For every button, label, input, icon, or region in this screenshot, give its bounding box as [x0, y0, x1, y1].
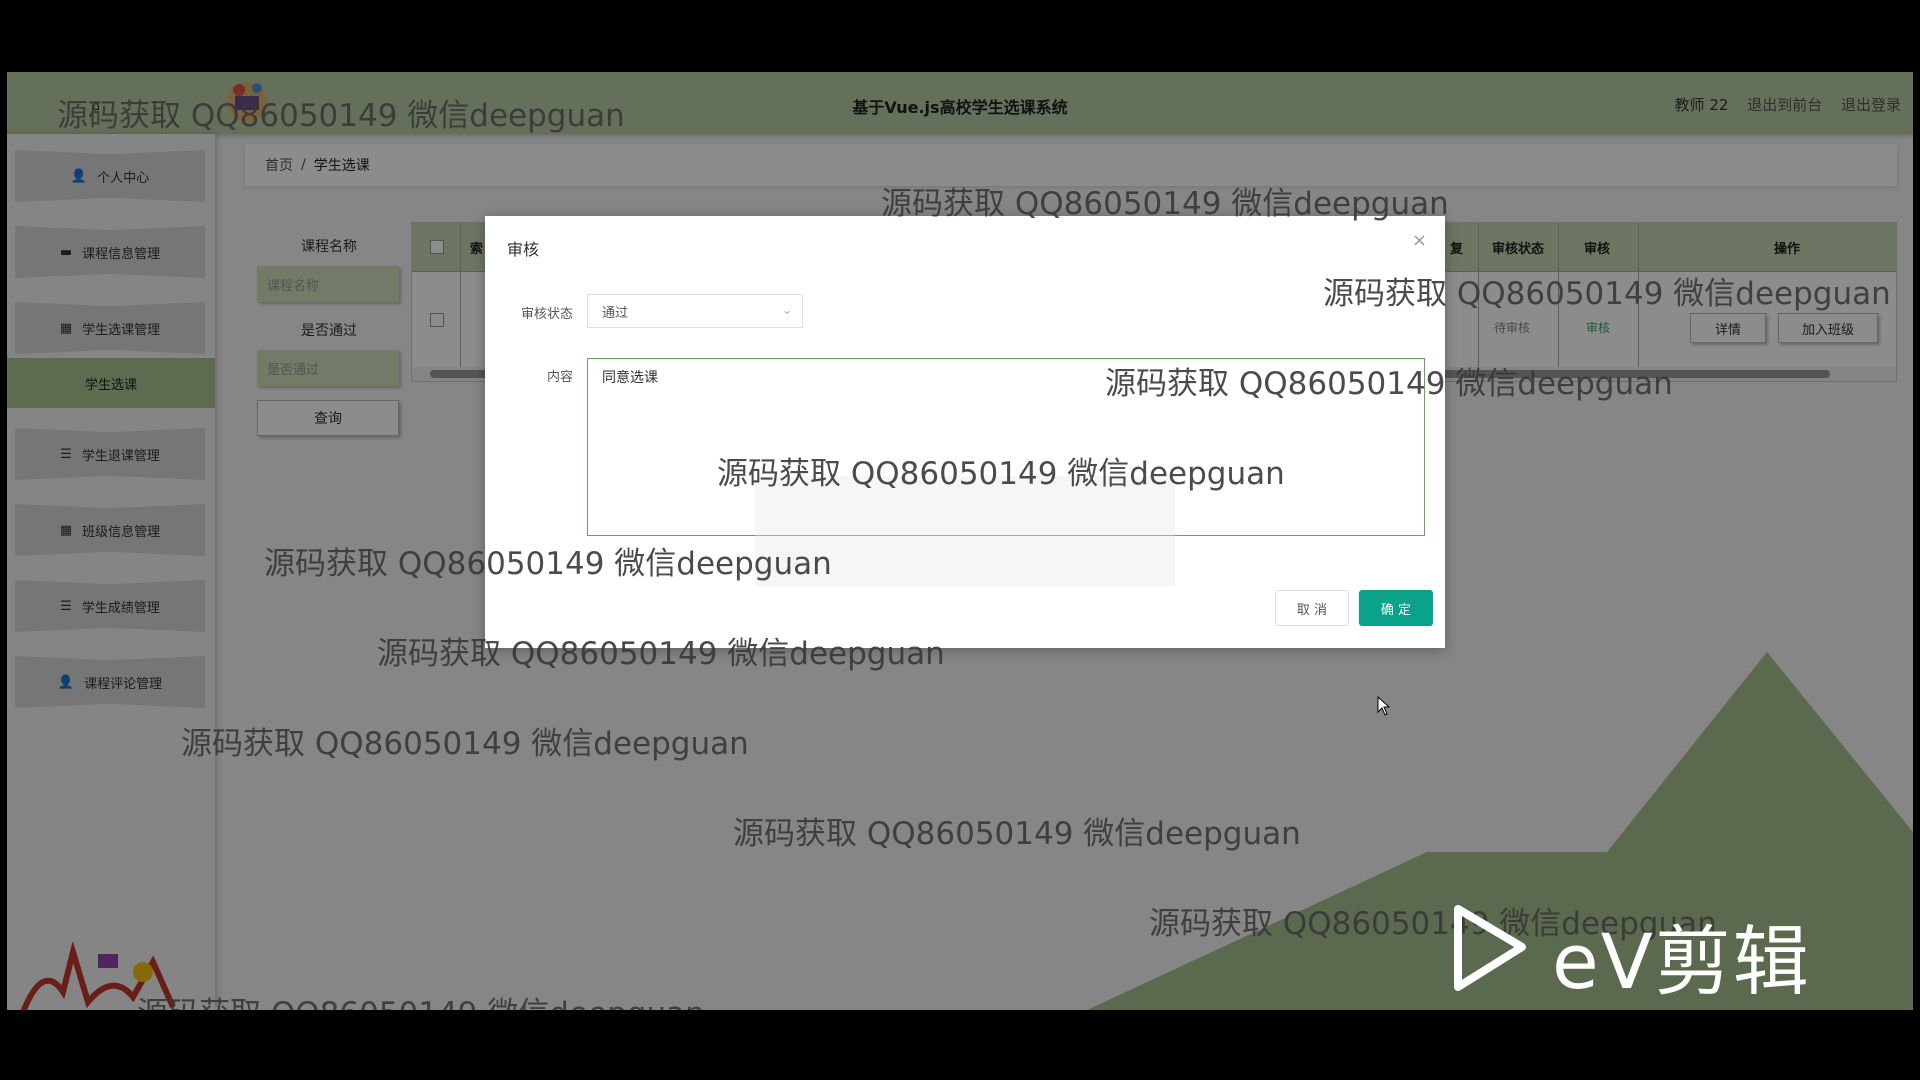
app-window: ⌂ 基于Vue.js高校学生选课系统 教师 22 退出到前台 退出登录 👤 个人… [7, 72, 1913, 1010]
play-icon [1454, 905, 1526, 991]
background-popup [755, 476, 1175, 586]
status-label: 审核状态 [520, 307, 573, 322]
status-select-value: 通过 [602, 305, 629, 321]
content-label: 内容 [546, 370, 573, 385]
cancel-button[interactable]: 取 消 [1275, 590, 1349, 626]
confirm-button[interactable]: 确 定 [1359, 590, 1433, 626]
status-select[interactable]: 通过 ⌄ [587, 294, 803, 328]
audit-dialog: 审核 × 审核状态 通过 ⌄ 内容 同意选课 取 消 确 定 [485, 216, 1445, 648]
mouse-cursor-icon [1377, 696, 1391, 716]
close-icon[interactable]: × [1412, 230, 1427, 251]
ev-brand-logo: eV剪辑 [1552, 917, 1811, 1006]
chevron-down-icon: ⌄ [781, 303, 792, 317]
dialog-title: 审核 [507, 240, 540, 259]
